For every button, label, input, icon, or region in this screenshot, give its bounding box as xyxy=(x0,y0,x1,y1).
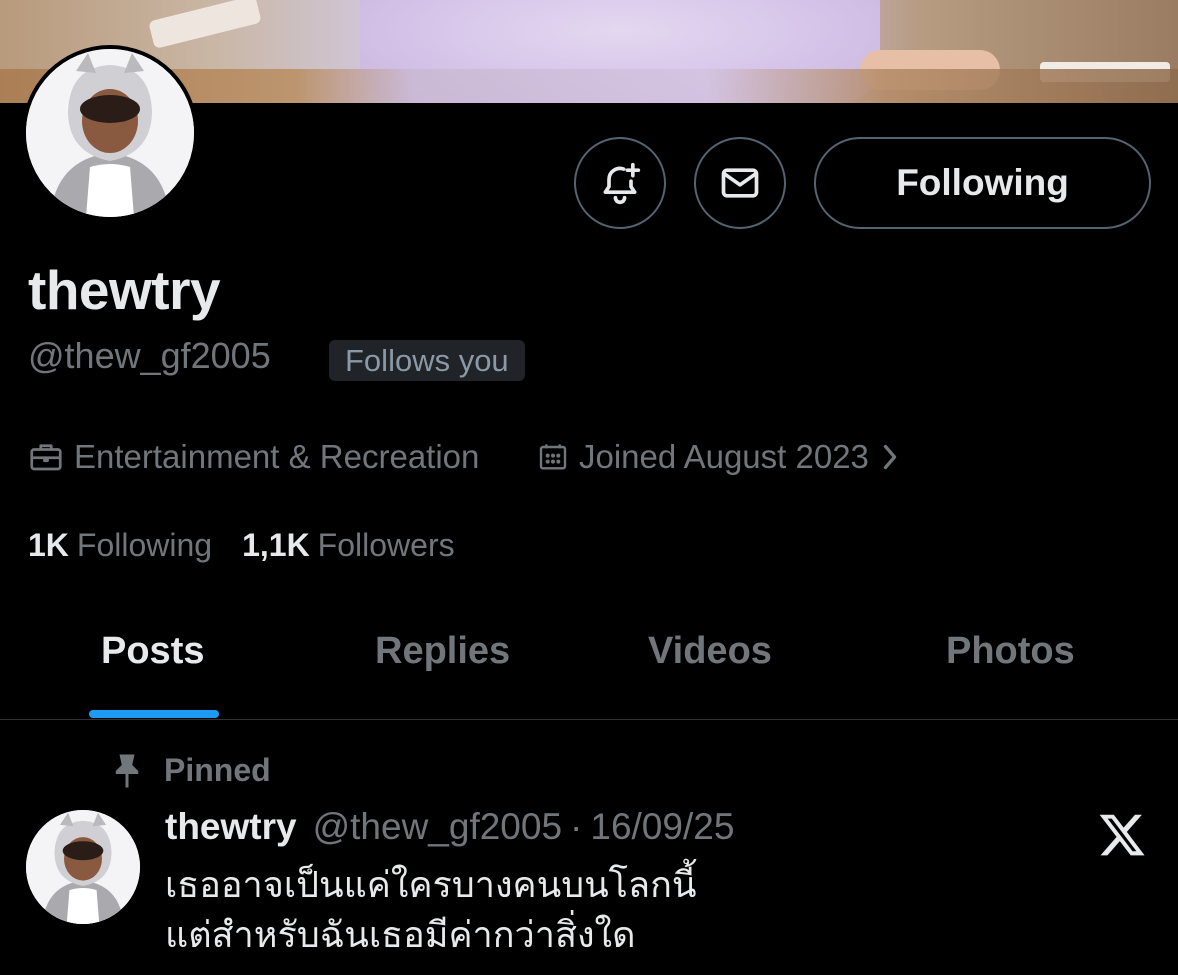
tab-videos[interactable]: Videos xyxy=(648,630,772,673)
joined-label: Joined August 2023 xyxy=(579,438,869,475)
briefcase-icon xyxy=(30,444,62,471)
followers-count: 1,1K xyxy=(242,527,310,563)
following-stat[interactable]: 1K Following xyxy=(28,527,212,564)
post-date[interactable]: 16/09/25 xyxy=(590,806,734,848)
avatar-image xyxy=(26,49,194,217)
chevron-right-icon xyxy=(883,444,897,470)
pin-icon xyxy=(115,754,139,787)
following-button[interactable]: Following xyxy=(814,137,1151,229)
banner-paper xyxy=(148,0,262,49)
tabs-divider xyxy=(0,719,1178,720)
profile-category: Entertainment & Recreation xyxy=(28,438,479,476)
follows-you-badge: Follows you xyxy=(329,340,525,381)
notifications-button[interactable] xyxy=(574,137,666,229)
post-author-avatar[interactable] xyxy=(26,810,140,924)
x-logo-icon[interactable] xyxy=(1097,810,1147,860)
profile-handle: @thew_gf2005 xyxy=(28,335,271,376)
bell-plus-icon xyxy=(603,162,641,205)
post-author-handle[interactable]: @thew_gf2005 xyxy=(313,806,562,848)
pinned-label: Pinned xyxy=(164,752,271,788)
post-line: เธออาจเป็นแค่ใครบางคนบนโลกนี้ xyxy=(165,864,697,905)
pinned-indicator: Pinned xyxy=(112,752,271,789)
tab-replies[interactable]: Replies xyxy=(375,630,510,673)
followers-stat[interactable]: 1,1K Followers xyxy=(242,527,455,564)
calendar-icon xyxy=(539,444,567,470)
message-button[interactable] xyxy=(694,137,786,229)
category-label: Entertainment & Recreation xyxy=(74,438,480,475)
post-separator: · xyxy=(570,806,583,847)
followers-stat-label: Followers xyxy=(317,527,455,563)
envelope-icon xyxy=(721,168,759,198)
post-text: เธออาจเป็นแค่ใครบางคนบนโลกนี้ แต่สำหรับฉ… xyxy=(165,860,696,960)
tab-posts[interactable]: Posts xyxy=(101,630,204,673)
post-header: thewtry @thew_gf2005 · 16/09/25 xyxy=(165,806,734,848)
post-line: แต่สำหรับฉันเธอมีค่ากว่าสิ่งใด xyxy=(165,914,636,955)
following-count: 1K xyxy=(28,527,69,563)
joined-date[interactable]: Joined August 2023 xyxy=(537,438,911,476)
display-name: thewtry xyxy=(28,259,221,321)
profile-avatar[interactable] xyxy=(22,45,198,221)
following-stat-label: Following xyxy=(76,527,213,563)
post-author-name[interactable]: thewtry xyxy=(165,806,297,848)
follow-counts: 1K Following 1,1K Followers xyxy=(28,527,455,564)
tab-photos[interactable]: Photos xyxy=(946,630,1075,673)
active-tab-indicator xyxy=(89,710,219,718)
